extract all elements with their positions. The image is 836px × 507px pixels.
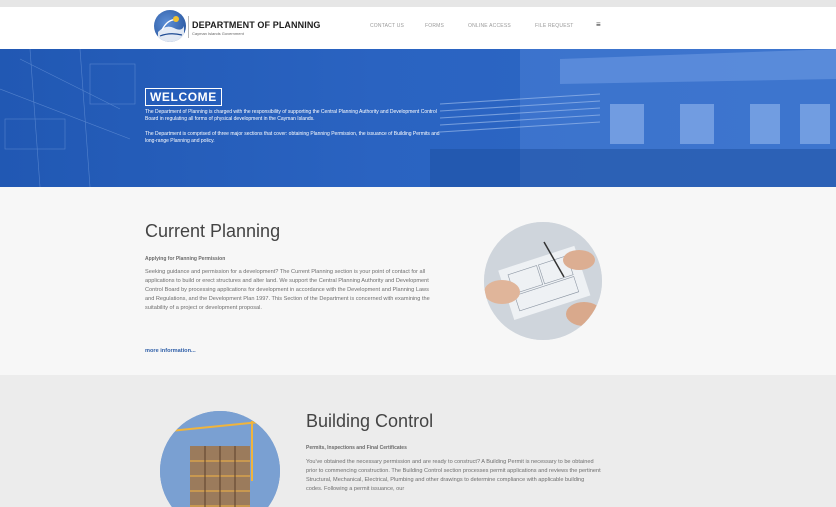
hero-paragraph-1: The Department of Planning is charged wi… [145, 109, 437, 122]
nav-contact-us[interactable]: CONTACT US [370, 23, 404, 29]
nav-file-request[interactable]: FILE REQUEST [535, 23, 574, 29]
hamburger-menu-icon[interactable]: ≡ [596, 20, 601, 29]
logo-divider [188, 16, 189, 38]
hero-paragraph-2: The Department is comprised of three maj… [145, 131, 440, 144]
current-planning-title: Current Planning [145, 221, 281, 241]
current-planning-body: Seeking guidance and permission for a de… [145, 269, 430, 311]
brand-title[interactable]: DEPARTMENT OF PLANNING [192, 20, 321, 30]
building-control-subtitle: Permits, Inspections and Final Certifica… [306, 445, 407, 451]
site-header: DEPARTMENT OF PLANNING Cayman Islands Go… [0, 7, 836, 49]
browser-top-strip [0, 0, 836, 7]
nav-forms[interactable]: FORMS [425, 23, 444, 29]
current-planning-subtitle: Applying for Planning Permission [145, 256, 226, 262]
welcome-hero: WELCOME The Department of Planning is ch… [0, 49, 836, 187]
building-control-body: You've obtained the necessary permission… [306, 459, 601, 492]
welcome-title: WELCOME [145, 88, 222, 106]
department-logo-icon[interactable] [154, 10, 186, 42]
current-planning-section: Current Planning Applying for Planning P… [0, 187, 836, 375]
current-planning-photo [484, 222, 602, 340]
brand-subtitle: Cayman Islands Government [192, 31, 244, 36]
more-information-link[interactable]: more information... [145, 348, 196, 354]
building-control-section: Building Control Permits, Inspections an… [0, 375, 836, 507]
building-control-photo [160, 411, 280, 507]
nav-online-access[interactable]: ONLINE ACCESS [468, 23, 511, 29]
building-control-title: Building Control [306, 411, 434, 431]
